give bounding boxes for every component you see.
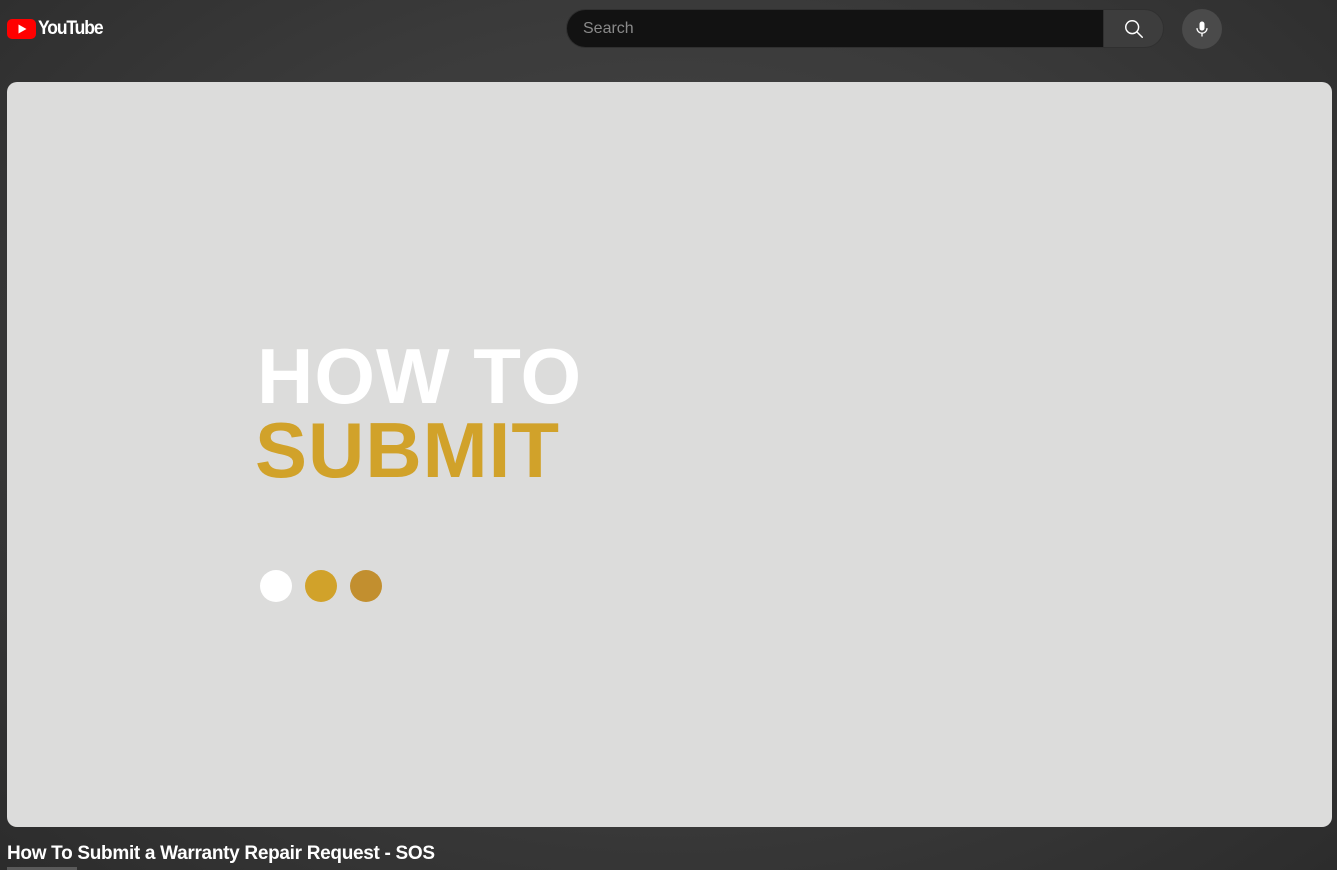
youtube-logo[interactable]: YouTube [7, 17, 108, 41]
youtube-play-logo-icon [7, 19, 36, 39]
search-box [566, 9, 1164, 48]
video-player[interactable]: HOW TO SUBMIT [7, 82, 1332, 827]
youtube-logo-text: YouTube [38, 18, 104, 39]
video-text-how-to: HOW TO [257, 332, 583, 420]
decorative-dot-bronze [350, 570, 382, 602]
decorative-dot-white [260, 570, 292, 602]
decorative-dot-gold [305, 570, 337, 602]
video-title: How To Submit a Warranty Repair Request … [7, 843, 435, 864]
microphone-icon [1196, 21, 1208, 37]
voice-search-button[interactable] [1182, 9, 1222, 49]
search-icon [1124, 19, 1143, 38]
search-input[interactable] [566, 9, 1103, 48]
page: YouTube HOW TO SUBMIT How To Submit a Wa… [0, 0, 1337, 870]
search-button[interactable] [1103, 9, 1164, 48]
video-text-submit: SUBMIT [255, 406, 560, 494]
